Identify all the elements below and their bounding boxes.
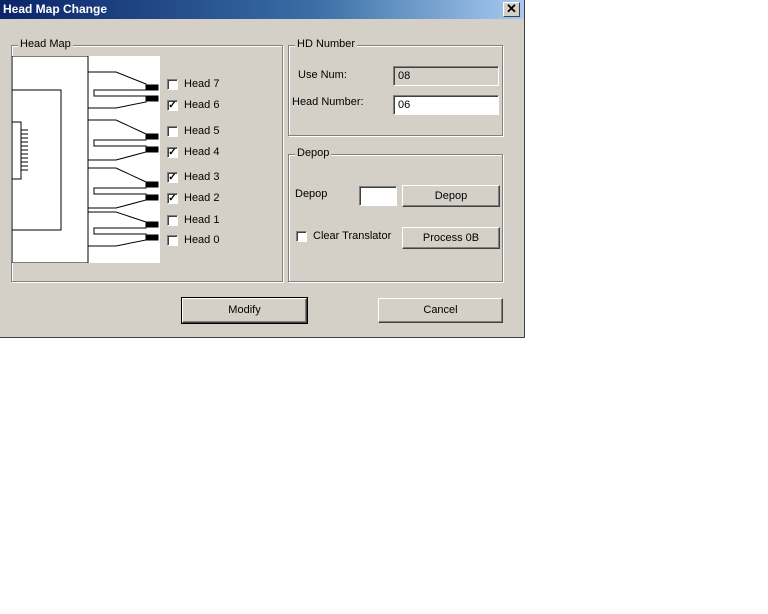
head-0-label: Head 0: [184, 234, 220, 246]
head-0-checkbox[interactable]: Head 0: [167, 233, 219, 247]
head-3-checkbox[interactable]: ✓ Head 3: [167, 170, 219, 184]
depop-group-label: Depop: [295, 147, 332, 159]
head-7-label: Head 7: [184, 78, 220, 90]
head-1-label: Head 1: [184, 214, 220, 226]
title-bar[interactable]: Head Map Change ✕: [0, 0, 524, 19]
head-stack-diagram: [12, 56, 160, 263]
modify-button[interactable]: Modify: [181, 297, 308, 324]
use-num-label: Use Num:: [298, 69, 347, 81]
clear-translator-label: Clear Translator: [313, 230, 392, 242]
clear-translator-check-box[interactable]: [296, 230, 307, 242]
head-5-check-box[interactable]: [167, 125, 178, 137]
depop-input[interactable]: [359, 186, 397, 206]
head-map-group-label: Head Map: [18, 38, 73, 50]
head-4-checkbox[interactable]: ✓ Head 4: [167, 145, 219, 159]
head-7-checkbox[interactable]: Head 7: [167, 77, 219, 91]
depop-group: Depop: [288, 147, 503, 282]
head-6-label: Head 6: [184, 99, 220, 111]
head-6-checkbox[interactable]: ✓ Head 6: [167, 98, 219, 112]
head-number-input[interactable]: 06: [393, 95, 499, 115]
hd-number-group: HD Number: [288, 38, 503, 136]
head-map-change-dialog: Head Map Change ✕ Head Map Head 7 ✓ Head…: [0, 0, 525, 338]
head-5-label: Head 5: [184, 125, 220, 137]
head-1-check-box[interactable]: [167, 214, 178, 226]
head-4-check-box[interactable]: ✓: [167, 146, 178, 158]
head-3-label: Head 3: [184, 171, 220, 183]
checkmark-icon: ✓: [168, 146, 177, 158]
process-0b-button[interactable]: Process 0B: [402, 227, 500, 249]
head-6-check-box[interactable]: ✓: [167, 99, 178, 111]
depop-button[interactable]: Depop: [402, 185, 500, 207]
checkmark-icon: ✓: [168, 99, 177, 111]
head-4-label: Head 4: [184, 146, 220, 158]
checkmark-icon: ✓: [168, 192, 177, 204]
head-2-checkbox[interactable]: ✓ Head 2: [167, 191, 219, 205]
head-3-check-box[interactable]: ✓: [167, 171, 178, 183]
head-number-label: Head Number:: [292, 96, 364, 108]
head-1-checkbox[interactable]: Head 1: [167, 213, 219, 227]
hd-number-group-label: HD Number: [295, 38, 358, 50]
depop-field-label: Depop: [295, 188, 328, 200]
window-title: Head Map Change: [3, 2, 108, 16]
use-num-field: 08: [393, 66, 499, 86]
close-button[interactable]: ✕: [503, 2, 520, 17]
head-5-checkbox[interactable]: Head 5: [167, 124, 219, 138]
checkmark-icon: ✓: [168, 171, 177, 183]
head-2-label: Head 2: [184, 192, 220, 204]
cancel-button[interactable]: Cancel: [378, 298, 503, 323]
head-0-check-box[interactable]: [167, 234, 178, 246]
head-7-check-box[interactable]: [167, 78, 178, 90]
close-icon: ✕: [506, 1, 517, 16]
clear-translator-checkbox[interactable]: Clear Translator: [296, 229, 391, 243]
head-2-check-box[interactable]: ✓: [167, 192, 178, 204]
